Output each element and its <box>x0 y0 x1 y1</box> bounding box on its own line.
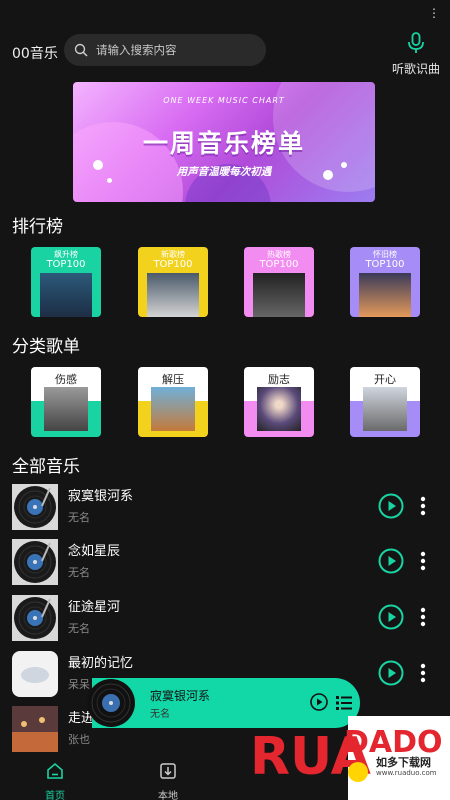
app-title: 00音乐 <box>12 46 58 62</box>
ranking-cover <box>253 273 305 317</box>
section-title-categories: 分类歌单 <box>12 337 80 357</box>
ranking-sub: TOP100 <box>153 259 193 270</box>
section-title-ranking: 排行榜 <box>12 217 63 237</box>
section-title-all-music: 全部音乐 <box>12 457 80 477</box>
promo-banner[interactable]: ONE WEEK MUSIC CHART 一周音乐榜单 用声音温暖每次初遇 <box>73 82 375 202</box>
ranking-sub: TOP100 <box>46 259 86 270</box>
category-cover <box>363 387 407 431</box>
ranking-card[interactable]: 热歌榜 TOP100 <box>244 247 314 317</box>
song-artist: 无名 <box>68 566 90 579</box>
play-icon[interactable] <box>378 604 404 634</box>
more-options-icon[interactable] <box>418 604 428 634</box>
category-cover <box>44 387 88 431</box>
ranking-cover <box>147 273 199 317</box>
tab-local-label: 本地 <box>158 791 178 800</box>
category-cover <box>257 387 301 431</box>
microphone-icon <box>407 32 425 58</box>
song-row[interactable]: 征途星河 无名 <box>0 593 450 643</box>
play-icon[interactable] <box>378 548 404 578</box>
song-name: 念如星辰 <box>68 544 121 559</box>
search-icon <box>74 42 88 61</box>
tab-local[interactable]: 本地 <box>138 762 198 800</box>
song-artist: 无名 <box>68 622 90 635</box>
home-icon <box>46 762 64 784</box>
tab-home[interactable]: 首页 <box>25 762 85 800</box>
song-name: 寂寞银河系 <box>68 489 134 504</box>
song-artist: 张也 <box>68 733 90 746</box>
player-song-name: 寂寞银河系 <box>150 689 211 703</box>
song-name: 征途星河 <box>68 600 121 615</box>
song-cover <box>12 484 58 530</box>
more-options-icon[interactable] <box>418 660 428 690</box>
ranking-card[interactable]: 飙升榜 TOP100 <box>31 247 101 317</box>
tab-home-label: 首页 <box>45 791 65 800</box>
banner-subtitle: ONE WEEK MUSIC CHART <box>163 96 285 105</box>
banner-title: 一周音乐榜单 <box>142 129 305 158</box>
category-label: 伤感 <box>55 373 77 386</box>
search-placeholder: 请输入搜索内容 <box>96 43 177 57</box>
category-label: 解压 <box>162 373 184 386</box>
category-cover <box>151 387 195 431</box>
song-row[interactable]: 寂寞银河系 无名 <box>0 482 450 532</box>
ranking-cover <box>359 273 411 317</box>
more-options-icon[interactable] <box>418 493 428 523</box>
ranking-sub: TOP100 <box>259 259 299 270</box>
song-cover <box>12 706 58 752</box>
song-cover <box>12 651 58 697</box>
top-bar: 00音乐 请输入搜索内容 听歌识曲 <box>0 30 450 77</box>
category-label: 励志 <box>268 373 290 386</box>
category-label: 开心 <box>374 373 396 386</box>
voice-label: 听歌识曲 <box>391 62 440 76</box>
status-bar: ⋮ <box>0 0 450 24</box>
watermark-cn: 如多下载网 <box>376 756 431 769</box>
category-card[interactable]: 解压 <box>138 367 208 437</box>
search-bar[interactable]: 请输入搜索内容 <box>64 34 266 66</box>
more-options-icon[interactable] <box>418 548 428 578</box>
ranking-card[interactable]: 怀旧榜 TOP100 <box>350 247 420 317</box>
song-cover <box>12 595 58 641</box>
category-card[interactable]: 开心 <box>350 367 420 437</box>
song-name: 最初的记忆 <box>68 656 134 671</box>
song-artist: 无名 <box>68 511 90 524</box>
ranking-sub: TOP100 <box>365 259 405 270</box>
ranking-cover <box>40 273 92 317</box>
song-row[interactable]: 念如星辰 无名 <box>0 537 450 587</box>
voice-recognize-button[interactable]: 听歌识曲 <box>386 32 446 77</box>
player-artist: 无名 <box>150 709 170 720</box>
download-icon <box>159 763 177 784</box>
category-card[interactable]: 励志 <box>244 367 314 437</box>
watermark-url: www.ruaduo.com <box>376 769 437 777</box>
category-card[interactable]: 伤感 <box>31 367 101 437</box>
banner-tagline: 用声音温暖每次初遇 <box>176 166 272 178</box>
status-dots: ⋮ <box>428 6 440 20</box>
play-icon[interactable] <box>378 660 404 690</box>
player-disc-icon <box>86 678 136 732</box>
play-icon[interactable] <box>378 493 404 523</box>
song-cover <box>12 539 58 585</box>
ranking-card[interactable]: 新歌榜 TOP100 <box>138 247 208 317</box>
